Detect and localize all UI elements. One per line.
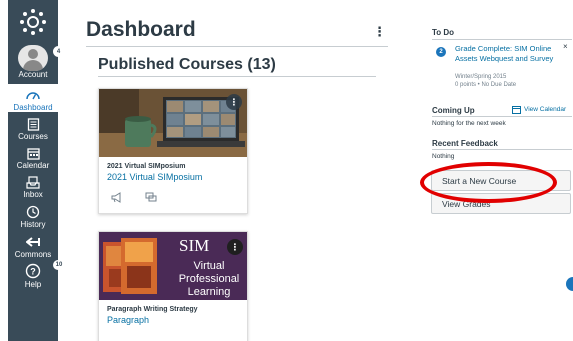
course-photo-laptop-mug	[99, 89, 247, 157]
course-card-paragraph[interactable]: SIM Virtual Professional Learning ⋮ Para…	[98, 231, 248, 341]
canvas-logo[interactable]	[8, 0, 58, 44]
coming-up-empty: Nothing for the next week	[432, 120, 506, 127]
course-card-image: SIM Virtual Professional Learning ⋮	[99, 232, 247, 300]
dashboard-icon	[26, 92, 40, 100]
calendar-small-icon	[512, 106, 521, 114]
inbox-icon	[26, 175, 40, 189]
todo-item-term: Winter/Spring 2015	[455, 74, 507, 80]
course-short-name: 2021 Virtual SIMposium	[107, 163, 186, 170]
view-calendar-label: View Calendar	[524, 106, 567, 113]
nav-history[interactable]: History	[8, 204, 58, 230]
coming-up-heading: Coming Up	[432, 106, 475, 115]
recent-feedback-divider	[432, 149, 572, 150]
nav-commons[interactable]: Commons	[8, 234, 58, 260]
announcements-icon[interactable]	[111, 192, 123, 203]
todo-divider	[432, 39, 572, 40]
history-icon	[26, 205, 40, 219]
commons-icon	[26, 237, 40, 247]
page-title: Dashboard	[86, 18, 196, 41]
courses-icon	[27, 117, 39, 131]
course-link[interactable]: 2021 Virtual SIMposium	[107, 172, 239, 182]
nav-label-commons: Commons	[14, 250, 52, 259]
section-divider	[98, 76, 376, 77]
course-link[interactable]: Paragraph	[107, 315, 239, 325]
help-icon: ?	[25, 263, 41, 279]
nav-label-history: History	[20, 220, 46, 229]
nav-inbox[interactable]: Inbox	[8, 174, 58, 200]
nav-label-calendar: Calendar	[16, 161, 50, 170]
course-card-image: ⋮	[99, 89, 247, 157]
nav-label-help: Help	[24, 280, 42, 289]
account-badge: 4	[53, 46, 64, 57]
canvas-dashboard-page: 4 Account Dashboard Courses Calendar Inb…	[0, 0, 573, 341]
todo-item-link[interactable]: Grade Complete: SIM Online Assets Webque…	[455, 44, 560, 63]
dashboard-options-button[interactable]: ⋮	[373, 24, 386, 40]
help-badge: 10	[53, 260, 65, 270]
nav-label-account: Account	[18, 70, 48, 79]
nav-label-dashboard: Dashboard	[13, 103, 53, 112]
card-image-line-2: Professional	[178, 273, 240, 285]
title-divider	[86, 46, 388, 47]
global-navigation: 4 Account Dashboard Courses Calendar Inb…	[8, 0, 65, 341]
nav-courses[interactable]: Courses	[8, 116, 58, 142]
todo-item-meta: 0 points • No Due Date	[455, 82, 517, 88]
nav-help[interactable]: ? 10 Help	[8, 260, 65, 292]
todo-heading: To Do	[432, 28, 455, 37]
todo-count-badge: 2	[436, 47, 446, 57]
todo-dismiss-button[interactable]: ×	[563, 42, 568, 51]
calendar-icon	[26, 147, 40, 160]
nav-label-inbox: Inbox	[23, 190, 43, 199]
course-card-options-button[interactable]: ⋮	[227, 239, 243, 255]
strategy-books-image	[103, 238, 157, 294]
nav-account[interactable]: 4 Account	[8, 45, 64, 80]
recent-feedback-heading: Recent Feedback	[432, 139, 498, 148]
course-card-options-button[interactable]: ⋮	[226, 94, 242, 110]
sim-brand-text: SIM	[179, 236, 210, 255]
recent-feedback-empty: Nothing	[432, 153, 455, 160]
canvas-logo-icon	[20, 9, 46, 35]
card-image-line-3: Learning	[187, 286, 231, 298]
svg-text:?: ?	[30, 267, 36, 277]
account-avatar-icon	[18, 45, 48, 71]
nav-dashboard[interactable]: Dashboard	[8, 84, 58, 112]
highlight-annotation-circle	[420, 162, 557, 203]
published-courses-heading: Published Courses (13)	[98, 56, 276, 73]
view-calendar-link[interactable]: View Calendar	[512, 105, 566, 114]
coming-up-divider	[432, 116, 572, 117]
course-short-name: Paragraph Writing Strategy	[107, 306, 198, 313]
card-image-line-1: Virtual	[193, 260, 225, 272]
nav-calendar[interactable]: Calendar	[8, 145, 58, 171]
discussions-icon[interactable]	[145, 192, 157, 203]
nav-label-courses: Courses	[18, 132, 48, 141]
course-card-simposium[interactable]: ⋮ 2021 Virtual SIMposium 2021 Virtual SI…	[98, 88, 248, 214]
floating-help-button[interactable]	[566, 277, 573, 291]
